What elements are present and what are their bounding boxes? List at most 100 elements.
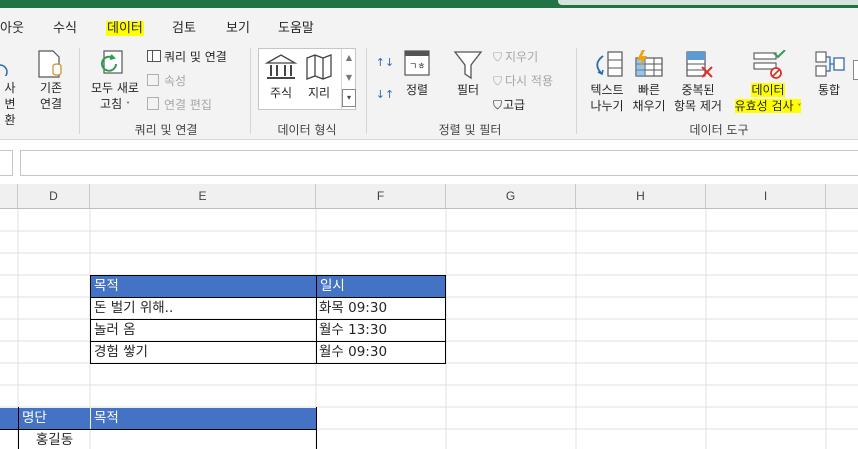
queries-connections-button[interactable]: 쿼리 및 연결 bbox=[147, 49, 227, 65]
column-header-g[interactable]: G bbox=[446, 184, 576, 209]
consolidate-button[interactable]: 통합 bbox=[810, 50, 848, 98]
edit-links-icon bbox=[147, 97, 159, 110]
text-to-columns-label-1: 텍스트 bbox=[590, 83, 624, 97]
column-header-i[interactable]: I bbox=[706, 184, 826, 209]
chevron-down-icon: ˅ bbox=[797, 103, 802, 112]
svg-text:ㄱㅎ: ㄱㅎ bbox=[409, 62, 426, 72]
column-header-d[interactable]: D bbox=[18, 184, 90, 209]
text-to-columns-button[interactable]: 텍스트 나누기 bbox=[586, 50, 628, 114]
reapply-icon: ⛉ bbox=[493, 74, 503, 88]
column-header-e[interactable]: E bbox=[90, 184, 316, 209]
gallery-down-icon[interactable]: ▼ bbox=[342, 69, 356, 89]
funnel-icon bbox=[453, 51, 483, 80]
clear-filter-button[interactable]: ⛉ 지우기 bbox=[493, 49, 538, 65]
table1-cell-purpose[interactable]: 돈 벌기 위해.. bbox=[94, 298, 173, 318]
advanced-filter-button[interactable]: ⛉고급 bbox=[493, 97, 525, 113]
edit-links-button[interactable]: 연결 편집 bbox=[147, 97, 212, 113]
queries-connections-label: 쿼리 및 연결 bbox=[164, 50, 227, 64]
bank-icon bbox=[264, 54, 298, 79]
name-box[interactable] bbox=[0, 150, 13, 176]
gallery-more-icon[interactable]: ▾ bbox=[342, 89, 356, 107]
table1-cell-schedule[interactable]: 화목 09:30 bbox=[319, 298, 387, 318]
refresh-all-label-1: 모두 새로 bbox=[91, 81, 139, 95]
data-validation-button[interactable]: 데이터 유효성 검사 ˅ bbox=[728, 50, 808, 116]
sort-asc-button[interactable]: ↑↓ bbox=[374, 56, 396, 69]
search-box[interactable] bbox=[558, 0, 858, 5]
queries-group-label: 쿼리 및 연결 bbox=[134, 123, 198, 137]
tab-review[interactable]: 검토 bbox=[172, 17, 196, 36]
reapply-label: 다시 적용 bbox=[505, 74, 553, 88]
gallery-scroll: ▲ ▼ ▾ bbox=[341, 49, 356, 109]
existing-connections-label-2: 연결 bbox=[39, 97, 63, 111]
reapply-button[interactable]: ⛉ 다시 적용 bbox=[493, 73, 553, 89]
tab-formulas[interactable]: 수식 bbox=[53, 17, 77, 36]
column-header-f[interactable]: F bbox=[316, 184, 446, 209]
table1-header-schedule[interactable]: 일시 bbox=[317, 276, 445, 297]
refresh-all-label-2-text: 고침 bbox=[100, 97, 123, 111]
sort-icon: ㄱㅎ bbox=[404, 50, 430, 76]
table2-header-edge bbox=[0, 408, 18, 429]
queries-connections-icon bbox=[147, 50, 161, 62]
table1-cell-schedule[interactable]: 월수 13:30 bbox=[319, 320, 387, 340]
separator bbox=[250, 48, 251, 134]
data-validation-label-2: 유효성 검사 ˅ bbox=[728, 98, 808, 116]
refresh-all-button[interactable]: 모두 새로 고침 ˅ bbox=[86, 50, 144, 114]
map-icon bbox=[306, 54, 332, 80]
sort-za-icon: ↓↑ bbox=[375, 88, 395, 101]
sort-desc-button[interactable]: ↓↑ bbox=[374, 88, 396, 101]
clear-filter-label: 지우기 bbox=[505, 50, 539, 64]
remove-duplicates-button[interactable]: 중복된 항목 제거 bbox=[670, 50, 726, 114]
sort-button[interactable]: ㄱㅎ 정렬 bbox=[402, 50, 432, 98]
title-bar bbox=[0, 0, 858, 8]
tab-view[interactable]: 보기 bbox=[226, 17, 250, 36]
table2-cell-name[interactable]: 홍길동 bbox=[19, 430, 90, 449]
tab-data[interactable]: 데이터 bbox=[106, 17, 144, 36]
column-header-c[interactable] bbox=[0, 184, 18, 209]
remove-duplicates-label-1: 중복된 bbox=[681, 83, 715, 97]
column-header-h[interactable]: H bbox=[576, 184, 706, 209]
properties-button[interactable]: 속성 bbox=[147, 73, 186, 89]
separator bbox=[576, 48, 577, 134]
tab-page-layout[interactable]: 아웃 bbox=[0, 17, 24, 36]
consolidate-label: 통합 bbox=[817, 83, 841, 97]
tab-data-label: 데이터 bbox=[106, 21, 144, 36]
table2-header-purpose[interactable]: 목적 bbox=[91, 408, 316, 429]
filter-button[interactable]: 필터 bbox=[450, 50, 486, 98]
stocks-button[interactable]: 주식 bbox=[263, 53, 299, 101]
flash-fill-label-1: 빠른 bbox=[637, 83, 661, 97]
flash-fill-button[interactable]: 빠른 채우기 bbox=[628, 50, 670, 114]
table2-header-names[interactable]: 명단 bbox=[19, 408, 90, 429]
collapse-edge bbox=[853, 60, 858, 80]
properties-icon bbox=[147, 74, 159, 86]
column-header-j[interactable] bbox=[826, 184, 858, 209]
formula-input[interactable] bbox=[20, 150, 858, 176]
sort-filter-group-label: 정렬 및 필터 bbox=[438, 123, 502, 137]
flash-fill-label-2: 채우기 bbox=[632, 99, 666, 113]
gallery-up-icon[interactable]: ▲ bbox=[342, 49, 356, 69]
existing-connections-label-1: 기존 bbox=[39, 81, 63, 95]
flash-fill-icon bbox=[635, 50, 663, 77]
table1-cell-purpose[interactable]: 놀러 옴 bbox=[94, 320, 136, 340]
remove-duplicates-icon bbox=[686, 51, 713, 78]
filter-label: 필터 bbox=[456, 83, 480, 97]
clear-filter-icon: ⛉ bbox=[493, 50, 503, 64]
consolidate-icon bbox=[815, 51, 845, 77]
sort-label: 정렬 bbox=[405, 83, 429, 97]
spreadsheet-grid: D E F G H I 목적 일시 돈 벌기 위해.. 화목 09:30 놀러 … bbox=[0, 184, 858, 449]
advanced-filter-label: 고급 bbox=[503, 98, 526, 112]
get-data-button[interactable]: 사 변환 bbox=[0, 50, 20, 128]
table1-cell-schedule[interactable]: 월수 09:30 bbox=[319, 342, 387, 362]
table1-header-purpose[interactable]: 목적 bbox=[91, 276, 316, 297]
table1-cell-purpose[interactable]: 경험 쌓기 bbox=[94, 342, 148, 362]
data-validation-icon bbox=[753, 50, 786, 79]
remove-duplicates-label-2: 항목 제거 bbox=[674, 99, 722, 113]
refresh-all-label-2: 고침 ˅ bbox=[86, 96, 144, 114]
tab-help[interactable]: 도움말 bbox=[278, 17, 314, 36]
ribbon: 사 변환 기존 연결 모두 새로 고침 ˅ 쿼리 및 연결 속성 연결 편집 쿼… bbox=[0, 42, 858, 140]
existing-connections-button[interactable]: 기존 연결 bbox=[32, 50, 70, 112]
text-to-columns-label-2: 나누기 bbox=[590, 99, 624, 113]
properties-label: 속성 bbox=[164, 74, 187, 88]
stocks-label: 주식 bbox=[269, 86, 293, 100]
data-validation-label-2-text: 유효성 검사 ˅ bbox=[734, 99, 802, 113]
geography-button[interactable]: 지리 bbox=[301, 53, 337, 101]
